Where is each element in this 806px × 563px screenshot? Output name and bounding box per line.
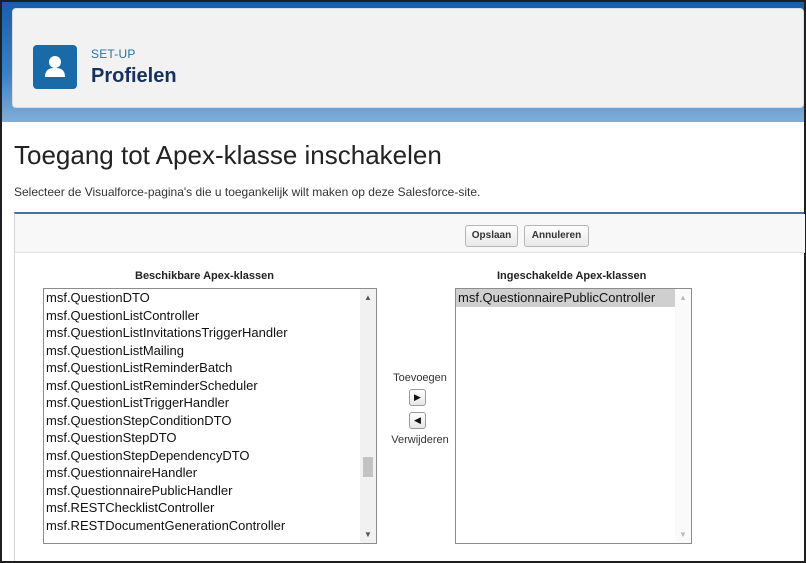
enabled-label: Ingeschakelde Apex-klassen bbox=[497, 270, 647, 282]
page-header: SET-UP Profielen bbox=[12, 8, 804, 108]
add-arrow-button[interactable]: ▶ bbox=[409, 389, 426, 406]
scroll-down-icon[interactable]: ▼ bbox=[679, 530, 687, 539]
scroll-thumb[interactable] bbox=[363, 457, 373, 477]
enabled-list: msf.QuestionnairePublicController bbox=[456, 289, 691, 307]
available-listbox[interactable]: msf.QuestionDTO msf.QuestionListControlle… bbox=[43, 288, 377, 544]
cancel-button[interactable]: Annuleren bbox=[524, 225, 589, 247]
scroll-up-icon[interactable]: ▲ bbox=[679, 293, 687, 302]
header-title: Profielen bbox=[91, 65, 177, 87]
list-item[interactable]: msf.RESTDocumentGenerationController bbox=[44, 517, 376, 535]
available-list: msf.QuestionDTO msf.QuestionListControlle… bbox=[44, 289, 376, 534]
remove-label: Verwijderen bbox=[391, 434, 449, 446]
scroll-down-icon[interactable]: ▼ bbox=[364, 530, 372, 539]
list-item[interactable]: msf.QuestionnairePublicController bbox=[456, 289, 691, 307]
page-description: Selecteer de Visualforce-pagina's die u … bbox=[14, 185, 481, 199]
scroll-up-icon[interactable]: ▲ bbox=[364, 293, 372, 302]
triangle-right-icon: ▶ bbox=[414, 392, 421, 402]
list-item[interactable]: msf.QuestionListController bbox=[44, 307, 376, 325]
list-item[interactable]: msf.QuestionnairePublicHandler bbox=[44, 482, 376, 500]
page-title: Toegang tot Apex-klasse inschakelen bbox=[14, 140, 442, 170]
add-label: Toevoegen bbox=[393, 372, 447, 384]
list-item[interactable]: msf.QuestionListReminderBatch bbox=[44, 359, 376, 377]
triangle-left-icon: ◀ bbox=[414, 415, 421, 425]
enabled-listbox[interactable]: msf.QuestionnairePublicController ▲ ▼ bbox=[455, 288, 692, 544]
button-bar: Opslaan Annuleren bbox=[15, 214, 805, 253]
remove-arrow-button[interactable]: ◀ bbox=[409, 412, 426, 429]
available-scrollbar[interactable]: ▲ ▼ bbox=[360, 289, 376, 543]
list-item[interactable]: msf.QuestionnaireHandler bbox=[44, 464, 376, 482]
list-item[interactable]: msf.QuestionStepConditionDTO bbox=[44, 412, 376, 430]
list-item[interactable]: msf.QuestionStepDTO bbox=[44, 429, 376, 447]
available-label: Beschikbare Apex-klassen bbox=[135, 270, 274, 282]
enabled-scrollbar[interactable]: ▲ ▼ bbox=[675, 289, 691, 543]
header-eyebrow: SET-UP bbox=[91, 47, 136, 61]
save-button[interactable]: Opslaan bbox=[465, 225, 518, 247]
list-item[interactable]: msf.RESTChecklistController bbox=[44, 499, 376, 517]
list-item[interactable]: msf.QuestionListMailing bbox=[44, 342, 376, 360]
list-item[interactable]: msf.QuestionListReminderScheduler bbox=[44, 377, 376, 395]
user-profile-icon bbox=[33, 45, 77, 89]
apex-class-section: Opslaan Annuleren Beschikbare Apex-klass… bbox=[14, 212, 805, 561]
list-item[interactable]: msf.QuestionListInvitationsTriggerHandle… bbox=[44, 324, 376, 342]
list-item[interactable]: msf.QuestionDTO bbox=[44, 289, 376, 307]
main-content: Toegang tot Apex-klasse inschakelen Sele… bbox=[2, 122, 805, 561]
list-item[interactable]: msf.QuestionListTriggerHandler bbox=[44, 394, 376, 412]
list-item[interactable]: msf.QuestionStepDependencyDTO bbox=[44, 447, 376, 465]
